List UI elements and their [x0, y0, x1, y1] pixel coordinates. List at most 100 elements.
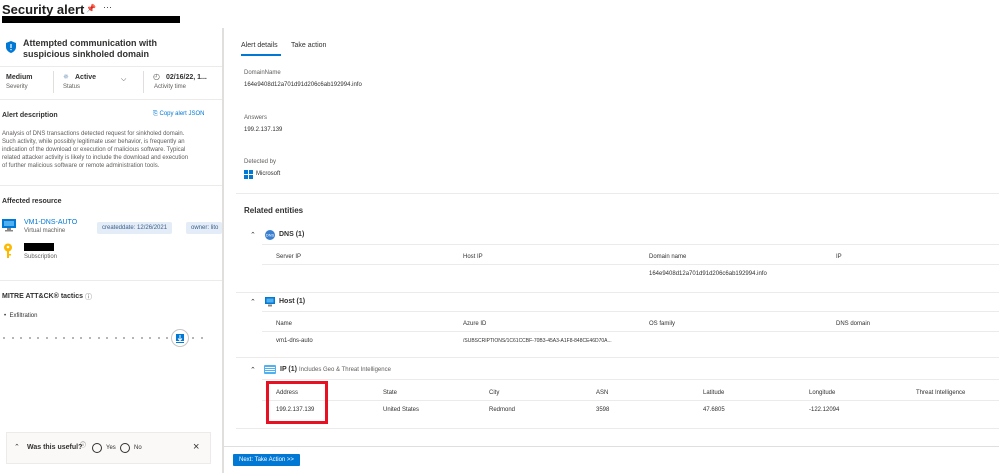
dns-section-title: DNS (1): [279, 231, 305, 238]
yes-radio[interactable]: [92, 443, 102, 453]
description-text: Analysis of DNS transactions detected re…: [2, 130, 220, 170]
description-line: indication of the download or execution …: [2, 147, 186, 153]
alert-title-line2: suspicious sinkholed domain: [23, 49, 150, 59]
copy-icon: ⎘: [153, 111, 158, 117]
domain-label: DomainName: [244, 70, 281, 76]
timeline-dot: [200, 337, 203, 339]
host-col-dns-domain: DNS domain: [836, 321, 871, 327]
tab-take-action[interactable]: Take action: [291, 42, 326, 49]
activity-label: Activity time: [154, 84, 187, 90]
host-icon: [265, 297, 275, 309]
dns-icon: DNS: [265, 230, 275, 242]
timeline-dot: [166, 337, 169, 339]
host-azure-id-cell: /SUBSCRIPTIONS/1C61CCBF-70B3-45A3-A1F8-8…: [463, 338, 612, 344]
svg-text:DNS: DNS: [266, 233, 275, 238]
timeline-dot: [89, 337, 91, 339]
timeline-dot: [123, 337, 126, 339]
dns-col-server-ip: Server IP: [276, 254, 302, 260]
ip-icon: [264, 365, 276, 376]
tag-createddate: createddate: 12/26/2021: [97, 222, 173, 234]
dns-domain-cell: 164e9408d12a701d91d206c6ab192994.info: [649, 271, 767, 277]
alert-title-line1: Attempted communication with: [23, 38, 158, 48]
timeline-dot: [54, 337, 57, 339]
exfiltration-tactic-icon[interactable]: [171, 329, 189, 349]
timeline-dot: [71, 337, 74, 339]
timeline-dot: [46, 337, 48, 339]
timeline-dot: [192, 337, 195, 339]
timeline-dot: [132, 337, 134, 339]
ip-city-cell: Redmond: [489, 407, 516, 413]
vm-name-link[interactable]: VM1-DNS-AUTO: [24, 219, 77, 226]
timeline-dot: [20, 337, 23, 339]
dns-col-ip: IP: [836, 254, 842, 260]
panel-divider: [222, 28, 224, 473]
host-name-cell: vm1-dns-auto: [276, 338, 313, 344]
affected-heading: Affected resource: [2, 198, 62, 205]
feedback-bar: ⌃ Was this useful? ⓘ Yes No ×: [6, 432, 211, 464]
ip-col-asn: ASN: [596, 390, 609, 396]
domain-value: 164e9408d12a701d91d206c6ab192994.info: [244, 82, 362, 88]
detected-label: Detected by: [244, 159, 277, 165]
related-entities-heading: Related entities: [244, 206, 304, 215]
description-line: Such activity, while possibly legitimate…: [2, 139, 185, 145]
activity-value: 02/16/22, 1...: [166, 74, 207, 81]
timeline-dot: [149, 337, 152, 339]
ip-latitude-cell: 47.6805: [703, 407, 725, 413]
timeline-dot: [37, 337, 40, 339]
description-line: related attacker activity is likely to i…: [2, 155, 189, 161]
description-line: Analysis of DNS transactions detected re…: [2, 131, 185, 137]
ip-col-longitude: Longitude: [809, 390, 836, 396]
host-col-name: Name: [276, 321, 293, 327]
tab-alert-details[interactable]: Alert details: [241, 42, 278, 49]
timeline-dot: [28, 337, 31, 339]
tab-active-indicator: [241, 54, 281, 56]
status-value[interactable]: Active: [75, 74, 96, 81]
redacted-subscription: [24, 243, 54, 251]
mitre-heading: MITRE ATT&CK® tactics: [2, 293, 83, 300]
description-heading: Alert description: [2, 112, 58, 119]
answers-value: 199.2.137.139: [244, 127, 283, 133]
ip-state-cell: United States: [383, 407, 420, 413]
detected-value: Microsoft: [256, 171, 281, 177]
no-label: No: [134, 445, 142, 451]
microsoft-logo-icon: [244, 170, 253, 181]
timeline-dot: [97, 337, 100, 339]
timeline-dot: [3, 337, 5, 339]
more-icon[interactable]: ···: [103, 2, 112, 12]
timeline-dot: [80, 337, 83, 339]
page-title: Security alert: [2, 2, 85, 17]
redacted-subtitle: [2, 16, 180, 23]
ip-col-city: City: [489, 390, 500, 396]
ip-col-latitude: Latitude: [703, 390, 725, 396]
severity-value: Medium: [6, 74, 33, 81]
timeline-dot: [114, 337, 117, 339]
tactic-item: • Exfiltration: [4, 313, 38, 319]
chevron-up-icon[interactable]: ⌃: [250, 366, 256, 374]
virtual-machine-icon: [2, 218, 16, 234]
no-radio[interactable]: [120, 443, 130, 453]
ip-col-threat-intel: Threat Intelligence: [916, 390, 966, 396]
dns-col-host-ip: Host IP: [463, 254, 483, 260]
subscription-type: Subscription: [24, 254, 58, 260]
ip-asn-cell: 3598: [596, 407, 610, 413]
close-icon[interactable]: ×: [193, 441, 199, 453]
tag-owner: owner: lito: [186, 222, 222, 234]
chevron-down-icon[interactable]: ⌵: [121, 76, 126, 84]
copy-label: Copy alert JSON: [159, 111, 205, 117]
status-icon: ✵: [63, 74, 69, 81]
timeline-dot: [157, 337, 160, 339]
ip-col-state: State: [383, 390, 398, 396]
timeline-dot: [11, 337, 14, 339]
key-icon: [3, 243, 13, 261]
next-take-action-button[interactable]: Next: Take Action >>: [233, 454, 300, 466]
copy-alert-json-button[interactable]: ⎘ Copy alert JSON: [153, 111, 205, 118]
chevron-up-icon[interactable]: ⌃: [250, 298, 256, 306]
vm-type: Virtual machine: [24, 228, 66, 234]
yes-label: Yes: [106, 445, 116, 451]
dns-col-domain-name: Domain name: [649, 254, 687, 260]
pin-icon[interactable]: 📌: [86, 4, 96, 13]
status-label: Status: [63, 84, 81, 90]
info-icon[interactable]: ⓘ: [85, 292, 92, 302]
chevron-up-icon[interactable]: ⌃: [250, 231, 256, 239]
chevron-up-icon[interactable]: ⌃: [14, 443, 20, 451]
